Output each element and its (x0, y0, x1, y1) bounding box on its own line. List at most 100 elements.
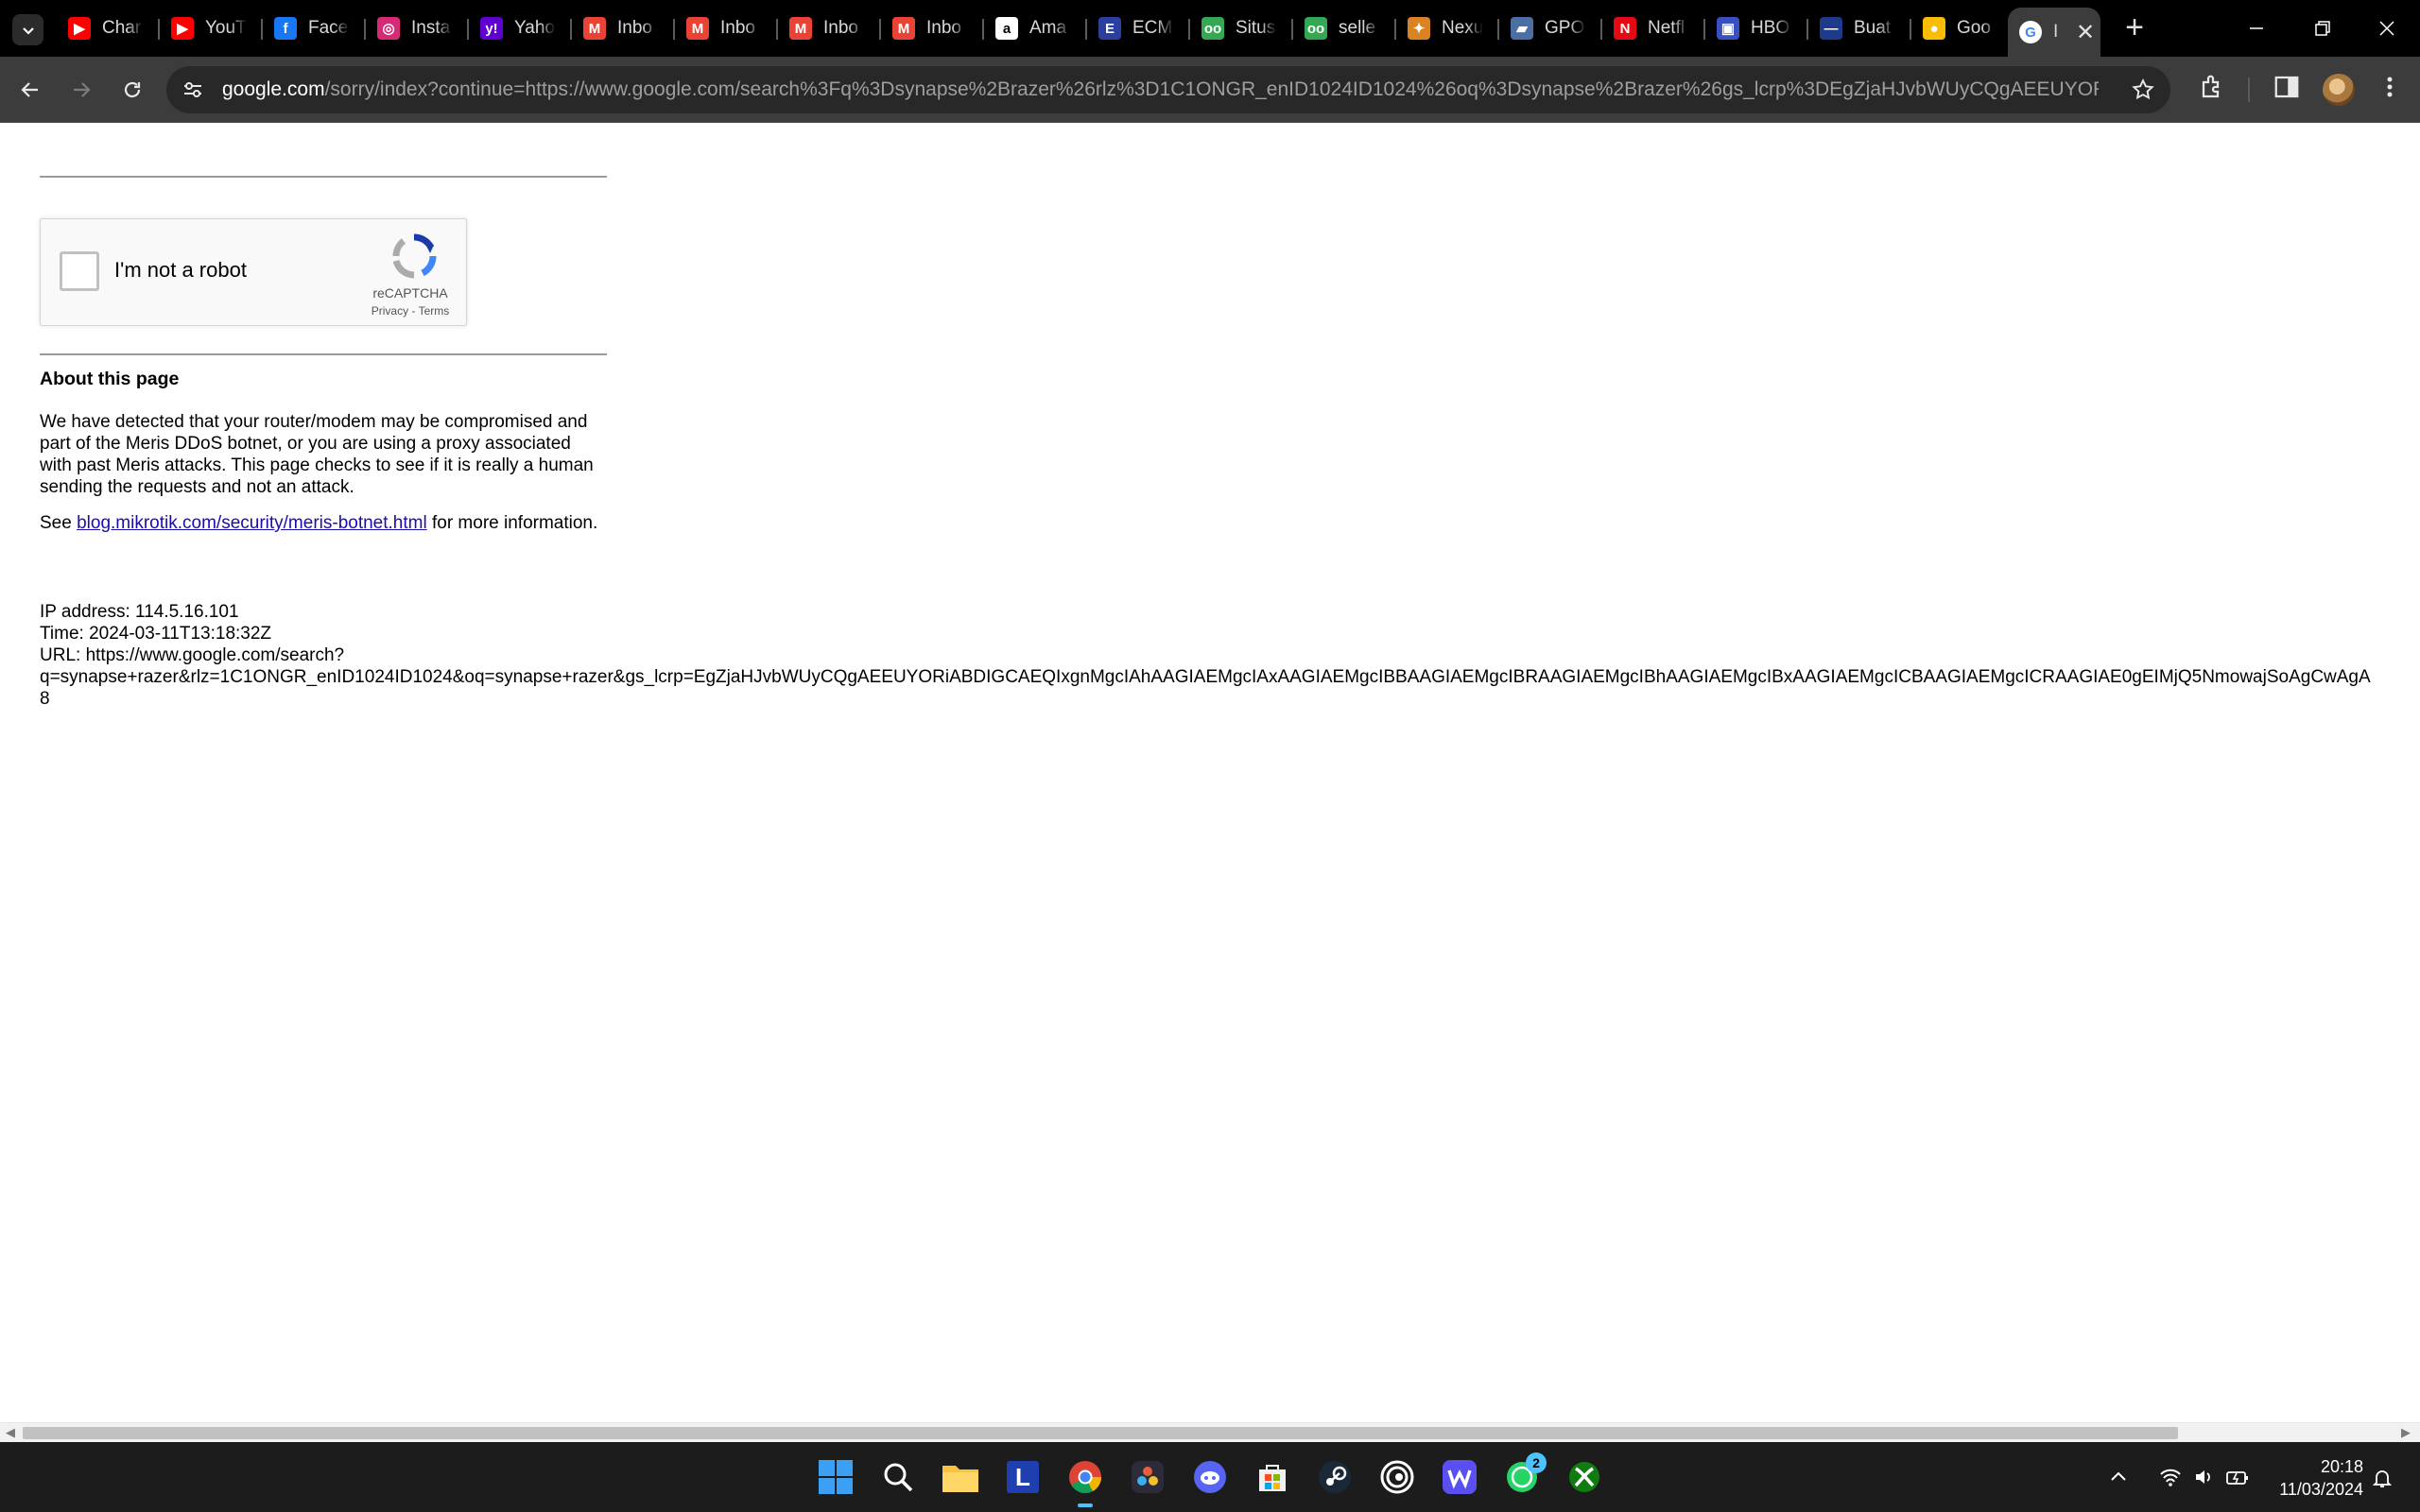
tab[interactable]: ▰ GPO (1499, 0, 1602, 57)
google-favicon-icon: G (2019, 21, 2042, 43)
see-more-text: See blog.mikrotik.com/security/meris-bot… (40, 512, 607, 534)
notification-bell-icon[interactable] (2371, 1467, 2394, 1489)
privacy-link[interactable]: Privacy (372, 304, 408, 318)
forward-button[interactable] (60, 69, 102, 111)
tab-title: Netfl (1648, 18, 1685, 38)
back-button[interactable] (9, 69, 51, 111)
wattpad-icon (1443, 1460, 1477, 1494)
request-url-tail: 8 (40, 689, 50, 709)
tab-active[interactable]: G I ✕ (2008, 8, 2100, 57)
recaptcha-brand: reCAPTCHA (372, 285, 448, 301)
l-app[interactable]: L (1002, 1456, 1044, 1498)
tab[interactable]: ▶ Char (57, 0, 160, 57)
tab-title: YouT (205, 18, 247, 38)
tab[interactable]: M Inbo (778, 0, 881, 57)
store-app[interactable] (1252, 1456, 1293, 1498)
discord-app[interactable] (1189, 1456, 1231, 1498)
tab[interactable]: ◎ Insta (366, 0, 469, 57)
tab[interactable]: ▣ HBO (1705, 0, 1808, 57)
horizontal-scrollbar[interactable]: ◀ ▶ (0, 1422, 2420, 1442)
tab[interactable]: ✦ Nexu (1396, 0, 1499, 57)
profile-avatar[interactable] (2323, 74, 2355, 106)
chrome-app[interactable] (1064, 1456, 1106, 1507)
arrow-right-icon (74, 82, 91, 97)
start-button[interactable] (815, 1456, 856, 1498)
wifi-icon[interactable] (2159, 1467, 2182, 1487)
close-tab-icon[interactable]: ✕ (2076, 19, 2095, 46)
tab[interactable]: f Faceb (263, 0, 366, 57)
tab[interactable]: M Inbo (881, 0, 984, 57)
tab-title: selle (1339, 18, 1376, 38)
tab-favicon-icon: M (583, 17, 606, 40)
tab[interactable]: — Buat (1808, 0, 1911, 57)
timestamp: Time: 2024-03-11T13:18:32Z (40, 624, 272, 644)
minimize-icon (2250, 27, 2263, 29)
folder-icon (942, 1466, 978, 1492)
about-heading: About this page (40, 369, 180, 389)
tab[interactable]: ● Goo (1911, 0, 2014, 57)
tab-search-button[interactable] (12, 14, 43, 45)
tab-strip: ▶Char▶YouTfFaceb◎Instay!YahoMInboMInboMI… (0, 0, 2420, 57)
close-icon (2379, 21, 2394, 36)
tab-favicon-icon: — (1820, 17, 1842, 40)
scrollbar-thumb[interactable] (23, 1427, 2178, 1439)
xbox-app[interactable] (1564, 1456, 1605, 1498)
tab-favicon-icon: ▣ (1717, 17, 1739, 40)
tab-list: ▶Char▶YouTfFaceb◎Instay!YahoMInboMInboMI… (57, 0, 2014, 57)
tab[interactable]: oo Situs (1190, 0, 1293, 57)
tab[interactable]: M Inbo (675, 0, 778, 57)
tab[interactable]: E ECM (1087, 0, 1190, 57)
tab-favicon-icon: ▶ (68, 17, 91, 40)
tab-title: Goo (1957, 18, 1991, 38)
battery-icon[interactable] (2225, 1467, 2250, 1487)
minimize-button[interactable] (2223, 0, 2290, 57)
restore-icon (2315, 21, 2330, 36)
steam-app[interactable] (1314, 1456, 1356, 1498)
tab-title: Buat (1854, 18, 1892, 38)
url-text[interactable]: google.com/sorry/index?continue=https://… (222, 66, 2099, 113)
davinci-app[interactable] (1127, 1456, 1168, 1498)
side-panel-icon[interactable] (2273, 73, 2301, 101)
chevron-up-icon[interactable] (2108, 1467, 2129, 1487)
tab-title: ECM (1132, 18, 1173, 38)
tab[interactable]: a Ama (984, 0, 1087, 57)
taskbar-clock[interactable]: 20:18 11/03/2024 (2259, 1455, 2363, 1501)
terms-link[interactable]: Terms (419, 304, 450, 318)
scroll-right-icon[interactable]: ▶ (2401, 1425, 2411, 1440)
browser-toolbar: google.com/sorry/index?continue=https://… (0, 57, 2420, 123)
tab-favicon-icon: M (686, 17, 709, 40)
more-menu-icon[interactable] (2378, 73, 2401, 101)
ubisoft-app[interactable] (1376, 1456, 1418, 1498)
tab-title: Inbo (823, 18, 858, 38)
tab[interactable]: oo selle (1293, 0, 1396, 57)
tab[interactable]: M Inbo (572, 0, 675, 57)
request-url: URL: https://www.google.com/search? (40, 645, 345, 665)
tab[interactable]: y! Yaho (469, 0, 572, 57)
tab-title: I (2053, 22, 2059, 42)
tab-favicon-icon: ● (1923, 17, 1945, 40)
recaptcha-widget: I'm not a robot reCAPTCHA Privacy - Term… (40, 218, 467, 326)
new-tab-button[interactable]: + (2116, 11, 2153, 45)
tab[interactable]: N Netfl (1602, 0, 1705, 57)
wattpad-app[interactable] (1439, 1456, 1480, 1498)
recaptcha-checkbox[interactable] (60, 251, 99, 291)
tab-title: Inbo (926, 18, 961, 38)
tab-title: Inbo (720, 18, 755, 38)
taskbar-search[interactable] (877, 1456, 919, 1498)
scroll-left-icon[interactable]: ◀ (6, 1425, 15, 1440)
restore-button[interactable] (2290, 0, 2356, 57)
xbox-icon (1569, 1462, 1599, 1492)
close-window-button[interactable] (2354, 0, 2420, 57)
volume-icon[interactable] (2193, 1467, 2214, 1487)
file-explorer-app[interactable] (940, 1456, 981, 1498)
whatsapp-app[interactable]: 2 (1501, 1452, 1547, 1498)
reload-button[interactable] (112, 69, 153, 111)
bookmark-star-icon[interactable] (2131, 77, 2155, 102)
toolbar-divider (2248, 77, 2250, 102)
address-bar[interactable]: google.com/sorry/index?continue=https://… (166, 66, 2170, 113)
site-settings-icon[interactable] (182, 78, 204, 101)
tab[interactable]: ▶ YouT (160, 0, 263, 57)
mikrotik-link[interactable]: blog.mikrotik.com/security/meris-botnet.… (77, 513, 427, 533)
microsoft-store-icon (1259, 1465, 1286, 1491)
extensions-icon[interactable] (2199, 73, 2227, 101)
